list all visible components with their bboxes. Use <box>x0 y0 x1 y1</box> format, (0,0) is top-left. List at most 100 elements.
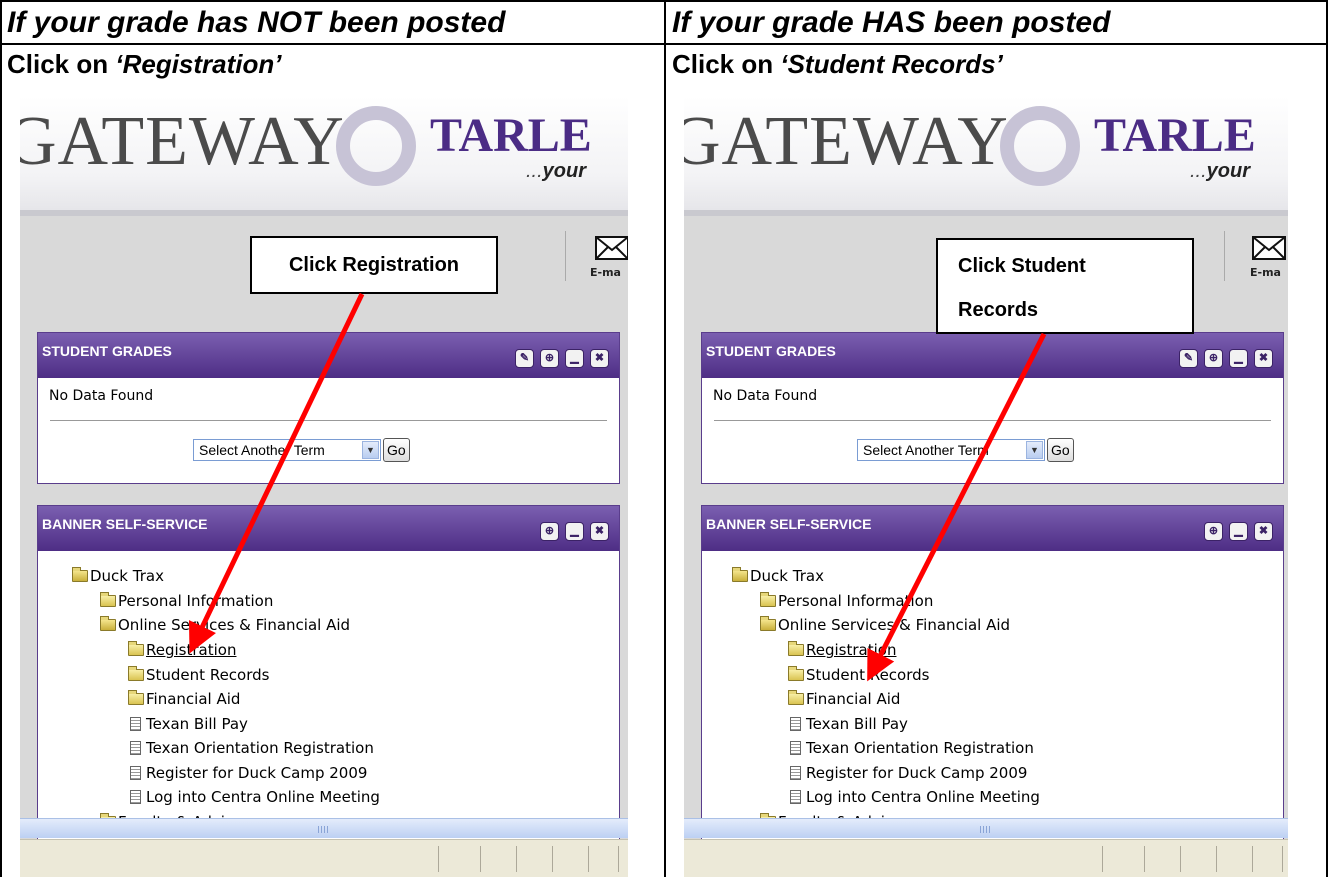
gateway-banner: GATEWAY TARLE ...your <box>20 96 628 216</box>
gateway-banner: GATEWAY TARLE ...your <box>684 96 1288 216</box>
tree-item-financial-aid[interactable]: Financial Aid <box>788 690 900 708</box>
term-select-value: Select Another Term <box>199 442 325 458</box>
tree-item-label: Financial Aid <box>806 690 901 708</box>
banner-self-service-header: BANNER SELF-SERVICE ⊕ ▁ ✖ <box>38 506 619 551</box>
term-select-value: Select Another Term <box>863 442 989 458</box>
page-icon <box>790 790 801 804</box>
tree-item-registration[interactable]: Registration <box>128 641 236 659</box>
chevron-down-icon[interactable]: ▼ <box>1026 441 1043 459</box>
student-grades-header: STUDENT GRADES ✎ ⊕ ▁ ✖ <box>38 333 619 378</box>
tree-item-centra[interactable]: Log into Centra Online Meeting <box>788 788 1040 806</box>
tree-item-label: Log into Centra Online Meeting <box>806 788 1040 806</box>
banner-tagline: ...your <box>526 160 586 183</box>
page-icon <box>130 717 141 731</box>
go-button[interactable]: Go <box>383 438 410 462</box>
tree-item-personal-information[interactable]: Personal Information <box>760 592 933 610</box>
page-icon <box>130 766 141 780</box>
right-screenshot: GATEWAY TARLE ...your E-ma STUDENT GRADE… <box>684 96 1288 877</box>
tree-item-texan-orientation[interactable]: Texan Orientation Registration <box>128 739 374 757</box>
folder-icon <box>788 690 804 705</box>
close-icon[interactable]: ✖ <box>590 349 609 368</box>
tree-item-label: Student Records <box>806 666 930 684</box>
left-screenshot: GATEWAY TARLE ...your E-ma STUDENT GRADE… <box>20 96 628 877</box>
tree-item-texan-orientation[interactable]: Texan Orientation Registration <box>788 739 1034 757</box>
table-middle-divider <box>664 0 666 877</box>
tree-item-duck-trax[interactable]: Duck Trax <box>732 567 824 585</box>
minimize-icon[interactable]: ▁ <box>1229 349 1248 368</box>
term-select[interactable]: Select Another Term ▼ <box>193 439 381 461</box>
edit-icon[interactable]: ✎ <box>1179 349 1198 368</box>
horizontal-scrollbar[interactable] <box>20 818 628 838</box>
browser-status-bar <box>684 839 1288 877</box>
left-callout-text: Click Registration <box>288 254 460 276</box>
close-icon[interactable]: ✖ <box>590 522 609 541</box>
email-separator <box>1224 231 1225 281</box>
banner-self-service-title: BANNER SELF-SERVICE <box>42 516 208 532</box>
email-icon[interactable] <box>595 236 628 267</box>
right-callout-line-2: Records <box>958 299 1039 321</box>
banner-tarleton-text: TARLE <box>430 109 592 162</box>
tree-item-financial-aid[interactable]: Financial Aid <box>128 690 240 708</box>
student-grades-portlet: STUDENT GRADES ✎ ⊕ ▁ ✖ No Data Found Sel… <box>701 332 1284 484</box>
tree-item-student-records[interactable]: Student Records <box>128 666 269 684</box>
tree-item-label: Personal Information <box>778 592 934 610</box>
scrollbar-grip-icon[interactable] <box>980 826 992 833</box>
tree-item-registration[interactable]: Registration <box>788 641 896 659</box>
close-icon[interactable]: ✖ <box>1254 522 1273 541</box>
left-callout-box: Click Registration <box>250 236 498 294</box>
tree-item-centra[interactable]: Log into Centra Online Meeting <box>128 788 380 806</box>
student-grades-title: STUDENT GRADES <box>706 343 836 359</box>
minimize-icon[interactable]: ▁ <box>1229 522 1248 541</box>
email-label[interactable]: E-ma <box>590 266 621 279</box>
browser-status-bar <box>20 839 628 877</box>
banner-tagline: ...your <box>1190 160 1250 183</box>
go-button[interactable]: Go <box>1047 438 1074 462</box>
no-data-text: No Data Found <box>49 388 154 404</box>
term-selector-row: Select Another Term ▼ Go <box>193 438 410 462</box>
minimize-icon[interactable]: ▁ <box>565 522 584 541</box>
term-select[interactable]: Select Another Term ▼ <box>857 439 1045 461</box>
edit-icon[interactable]: ✎ <box>515 349 534 368</box>
tree-item-label: Duck Trax <box>90 567 164 585</box>
email-label[interactable]: E-ma <box>1250 266 1281 279</box>
help-icon[interactable]: ⊕ <box>1204 522 1223 541</box>
tree-item-personal-information[interactable]: Personal Information <box>100 592 273 610</box>
tree-item-label: Duck Trax <box>750 567 824 585</box>
page-icon <box>790 717 801 731</box>
tree-item-online-services[interactable]: Online Services & Financial Aid <box>100 616 350 634</box>
tree-item-texan-bill-pay[interactable]: Texan Bill Pay <box>128 715 248 733</box>
banner-gateway-text: GATEWAY <box>684 103 1009 180</box>
scrollbar-grip-icon[interactable] <box>318 826 330 833</box>
tree-item-label: Personal Information <box>118 592 274 610</box>
banner-gateway-text: GATEWAY <box>20 103 345 180</box>
horizontal-scrollbar[interactable] <box>684 818 1288 838</box>
page-icon <box>130 790 141 804</box>
email-icon[interactable] <box>1252 236 1286 267</box>
help-icon[interactable]: ⊕ <box>540 522 559 541</box>
tree-item-duck-camp[interactable]: Register for Duck Camp 2009 <box>128 764 367 782</box>
tree-item-texan-bill-pay[interactable]: Texan Bill Pay <box>788 715 908 733</box>
folder-icon <box>788 641 804 656</box>
student-grades-header: STUDENT GRADES ✎ ⊕ ▁ ✖ <box>702 333 1283 378</box>
chevron-down-icon[interactable]: ▼ <box>362 441 379 459</box>
tree-item-online-services[interactable]: Online Services & Financial Aid <box>760 616 1010 634</box>
tree-item-duck-camp[interactable]: Register for Duck Camp 2009 <box>788 764 1027 782</box>
tree-item-student-records[interactable]: Student Records <box>788 666 929 684</box>
tree-item-duck-trax[interactable]: Duck Trax <box>72 567 164 585</box>
help-icon[interactable]: ⊕ <box>540 349 559 368</box>
minimize-icon[interactable]: ▁ <box>565 349 584 368</box>
tree-item-label: Texan Bill Pay <box>146 715 248 733</box>
banner-tagline-word: your <box>542 160 587 182</box>
folder-open-icon <box>100 616 116 631</box>
close-icon[interactable]: ✖ <box>1254 349 1273 368</box>
term-selector-row: Select Another Term ▼ Go <box>857 438 1074 462</box>
tree-item-label: Online Services & Financial Aid <box>118 616 351 634</box>
help-icon[interactable]: ⊕ <box>1204 349 1223 368</box>
tree-item-label: Register for Duck Camp 2009 <box>146 764 368 782</box>
right-instruction: Click on ‘Student Records’ <box>672 48 1003 80</box>
tree-item-label: Texan Orientation Registration <box>806 739 1034 757</box>
student-grades-portlet: STUDENT GRADES ✎ ⊕ ▁ ✖ No Data Found Sel… <box>37 332 620 484</box>
tree-item-label: Log into Centra Online Meeting <box>146 788 380 806</box>
left-instruction-target: ‘Registration’ <box>115 49 282 79</box>
student-grades-title: STUDENT GRADES <box>42 343 172 359</box>
